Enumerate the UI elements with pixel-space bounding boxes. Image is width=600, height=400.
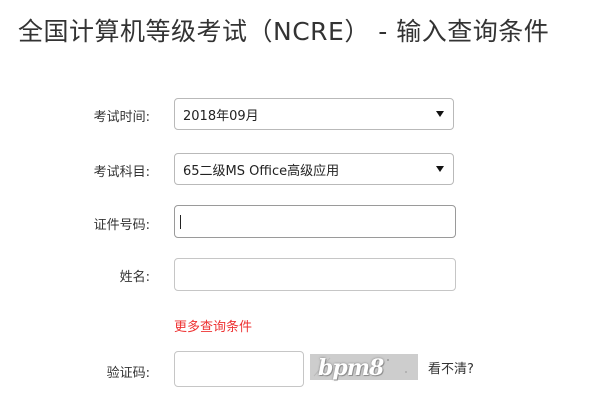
dropdown-arrow-icon bbox=[436, 111, 444, 117]
exam-time-value: 2018年09月 bbox=[183, 108, 259, 124]
id-number-input[interactable] bbox=[174, 205, 456, 238]
id-number-label: 证件号码: bbox=[93, 218, 150, 233]
page-title: 全国计算机等级考试（NCRE） - 输入查询条件 bbox=[18, 17, 550, 46]
captcha-refresh-link[interactable]: 看不清? bbox=[428, 358, 474, 377]
captcha-text: bpm8 bbox=[318, 355, 384, 381]
exam-time-label: 考试时间: bbox=[93, 110, 150, 125]
name-label: 姓名: bbox=[119, 270, 150, 285]
exam-subject-value: 65二级MS Office高级应用 bbox=[183, 163, 340, 179]
more-conditions-link[interactable]: 更多查询条件 bbox=[174, 316, 252, 335]
captcha-input[interactable] bbox=[174, 351, 304, 387]
captcha-label: 验证码: bbox=[106, 366, 150, 381]
text-cursor bbox=[180, 215, 181, 229]
exam-time-select[interactable]: 2018年09月 bbox=[174, 98, 454, 130]
exam-subject-label: 考试科目: bbox=[93, 165, 150, 180]
name-input[interactable] bbox=[174, 258, 456, 291]
dropdown-arrow-icon bbox=[436, 166, 444, 172]
exam-subject-select[interactable]: 65二级MS Office高级应用 bbox=[174, 153, 454, 185]
